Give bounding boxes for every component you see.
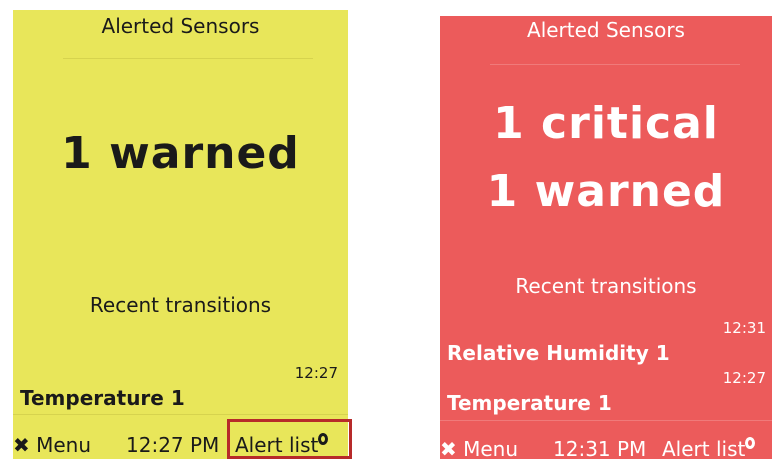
- alert-list-button[interactable]: Alert list: [662, 437, 756, 459]
- transition-sensor[interactable]: Temperature 1: [20, 386, 185, 410]
- transition-sensor[interactable]: Temperature 1: [447, 391, 612, 415]
- close-x-icon: ✖: [440, 437, 457, 459]
- list-divider: [440, 420, 772, 421]
- screen-title: Alerted Sensors: [527, 18, 685, 42]
- recent-transitions-label: Recent transitions: [515, 274, 697, 298]
- alert-list-label: Alert list: [662, 437, 746, 459]
- title-divider: [490, 64, 740, 65]
- circle-o-icon: [745, 437, 756, 449]
- menu-label: Menu: [36, 433, 92, 457]
- list-divider: [13, 414, 348, 415]
- warned-count: 1 warned: [61, 128, 300, 179]
- clock: 12:31 PM: [553, 437, 647, 459]
- title-divider: [63, 58, 313, 59]
- alert-list-highlight: [227, 419, 352, 459]
- critical-count: 1 critical: [493, 98, 719, 149]
- transition-time: 12:27: [294, 364, 338, 382]
- menu-button[interactable]: ✖ Menu: [440, 437, 518, 459]
- right-alert-screen: Alerted Sensors 1 critical 1 warned Rece…: [440, 16, 772, 459]
- menu-label: Menu: [463, 437, 519, 459]
- recent-transitions-label: Recent transitions: [89, 293, 272, 317]
- clock: 12:27 PM: [126, 433, 220, 457]
- transition-sensor[interactable]: Relative Humidity 1: [447, 341, 670, 365]
- screen-title: Alerted Sensors: [101, 14, 260, 38]
- warned-count: 1 warned: [486, 166, 726, 217]
- transition-time: 12:27: [722, 369, 766, 387]
- menu-button[interactable]: ✖ Menu: [13, 433, 91, 457]
- close-x-icon: ✖: [13, 433, 30, 457]
- transition-time: 12:31: [722, 319, 766, 337]
- left-alert-screen: Alerted Sensors 1 warned Recent transiti…: [13, 10, 348, 459]
